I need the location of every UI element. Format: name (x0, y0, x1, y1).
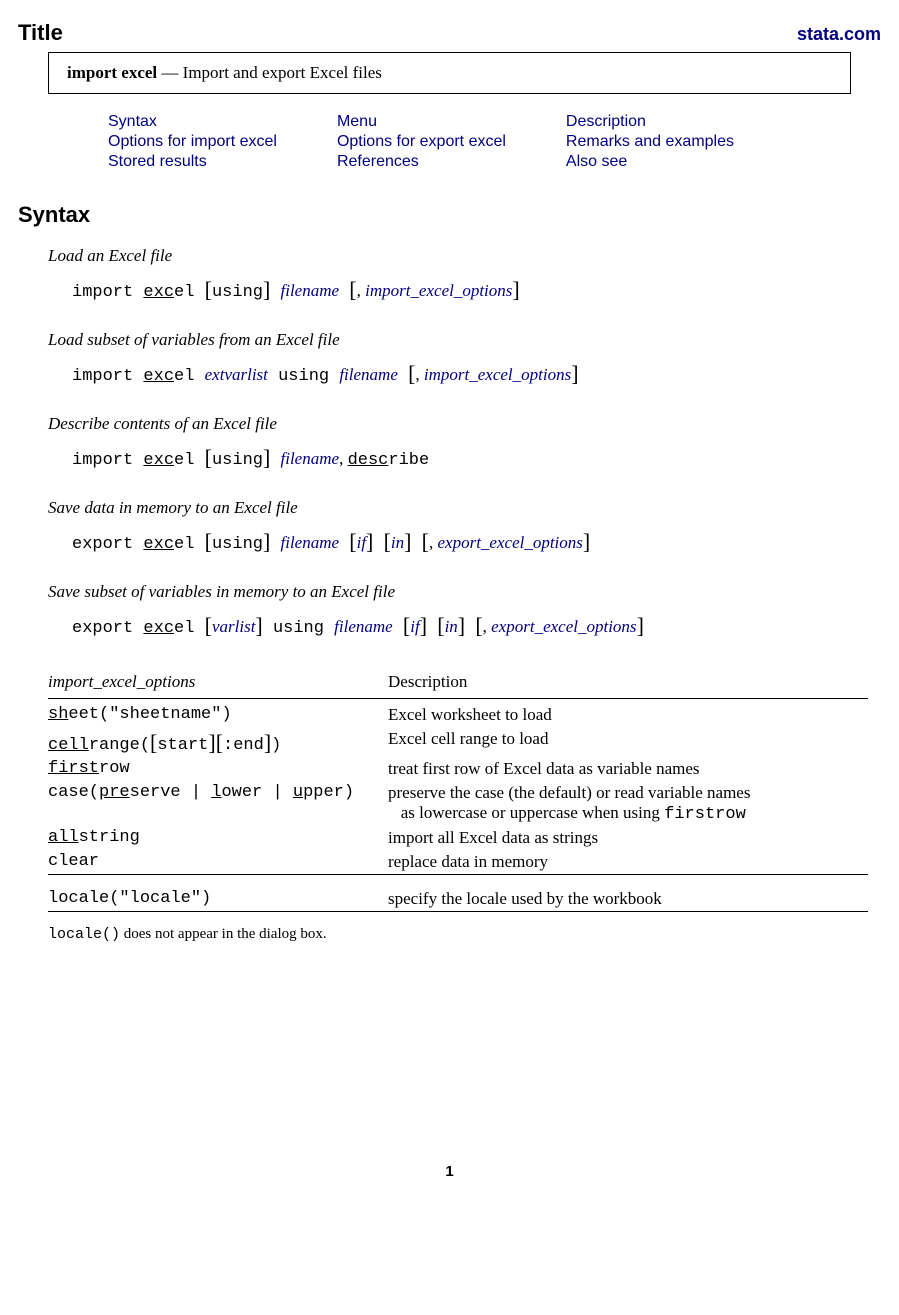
toc-options-import[interactable]: Options for import excel (108, 133, 277, 150)
extvarlist-link[interactable]: extvarlist (205, 365, 268, 384)
if-link[interactable]: if (410, 617, 419, 636)
filename-link[interactable]: filename (339, 365, 398, 384)
option-row-allstring: allstring import all Excel data as strin… (48, 826, 868, 850)
syntax-cmd: import excel extvarlist using filename [… (72, 360, 851, 386)
syntax-save-subset: Save subset of variables in memory to an… (48, 582, 851, 638)
command-name: import excel (67, 63, 157, 82)
page-number: 1 (18, 1163, 881, 1180)
col-options: import_excel_options (48, 666, 388, 699)
syntax-load-file: Load an Excel file import excel [using] … (48, 246, 851, 302)
syntax-desc: Describe contents of an Excel file (48, 414, 851, 434)
option-row-case: case(preserve | lower | upper) preserve … (48, 781, 868, 826)
filename-link[interactable]: filename (334, 617, 393, 636)
option-row-locale: locale("locale") specify the locale used… (48, 879, 868, 912)
import-options-link[interactable]: import_excel_options (424, 365, 571, 384)
syntax-describe: Describe contents of an Excel file impor… (48, 414, 851, 470)
toc-references[interactable]: References (337, 153, 419, 170)
title-heading: Title (18, 20, 63, 46)
toc: Syntax Menu Description Options for impo… (108, 112, 881, 172)
syntax-cmd: import excel [using] filename [, import_… (72, 276, 851, 302)
option-row-firstrow: firstrow treat first row of Excel data a… (48, 757, 868, 781)
option-row-cellrange: cellrange([start][:end]) Excel cell rang… (48, 727, 868, 757)
title-sep: — (157, 63, 183, 82)
page-header: Title stata.com (18, 20, 881, 46)
syntax-load-subset: Load subset of variables from an Excel f… (48, 330, 851, 386)
syntax-cmd: import excel [using] filename, describe (72, 444, 851, 470)
in-link[interactable]: in (445, 617, 458, 636)
varlist-link[interactable]: varlist (212, 617, 255, 636)
syntax-cmd: export excel [varlist] using filename [i… (72, 612, 851, 638)
toc-stored-results[interactable]: Stored results (108, 153, 207, 170)
toc-also-see[interactable]: Also see (566, 153, 627, 170)
title-desc: Import and export Excel files (183, 63, 382, 82)
toc-options-export[interactable]: Options for export excel (337, 133, 506, 150)
toc-menu[interactable]: Menu (337, 113, 377, 130)
stata-link[interactable]: stata.com (797, 24, 881, 45)
import-options-link[interactable]: import_excel_options (365, 281, 512, 300)
col-description: Description (388, 666, 868, 699)
export-options-link[interactable]: export_excel_options (491, 617, 636, 636)
if-link[interactable]: if (357, 533, 366, 552)
syntax-desc: Save subset of variables in memory to an… (48, 582, 851, 602)
export-options-link[interactable]: export_excel_options (438, 533, 583, 552)
filename-link[interactable]: filename (281, 281, 340, 300)
syntax-desc: Load an Excel file (48, 246, 851, 266)
syntax-save: Save data in memory to an Excel file exp… (48, 498, 851, 554)
syntax-cmd: export excel [using] filename [if] [in] … (72, 528, 851, 554)
toc-syntax[interactable]: Syntax (108, 113, 157, 130)
syntax-desc: Load subset of variables from an Excel f… (48, 330, 851, 350)
toc-description[interactable]: Description (566, 113, 646, 130)
filename-link[interactable]: filename (281, 533, 340, 552)
toc-remarks[interactable]: Remarks and examples (566, 133, 734, 150)
syntax-desc: Save data in memory to an Excel file (48, 498, 851, 518)
filename-link[interactable]: filename (281, 449, 340, 468)
option-row-clear: clear replace data in memory (48, 850, 868, 875)
syntax-heading: Syntax (18, 202, 881, 228)
option-row-sheet: sheet("sheetname") Excel worksheet to lo… (48, 703, 868, 727)
title-box: import excel — Import and export Excel f… (48, 52, 851, 94)
footnote: locale() does not appear in the dialog b… (48, 926, 851, 943)
in-link[interactable]: in (391, 533, 404, 552)
import-options-table: import_excel_options Description sheet("… (48, 666, 868, 916)
